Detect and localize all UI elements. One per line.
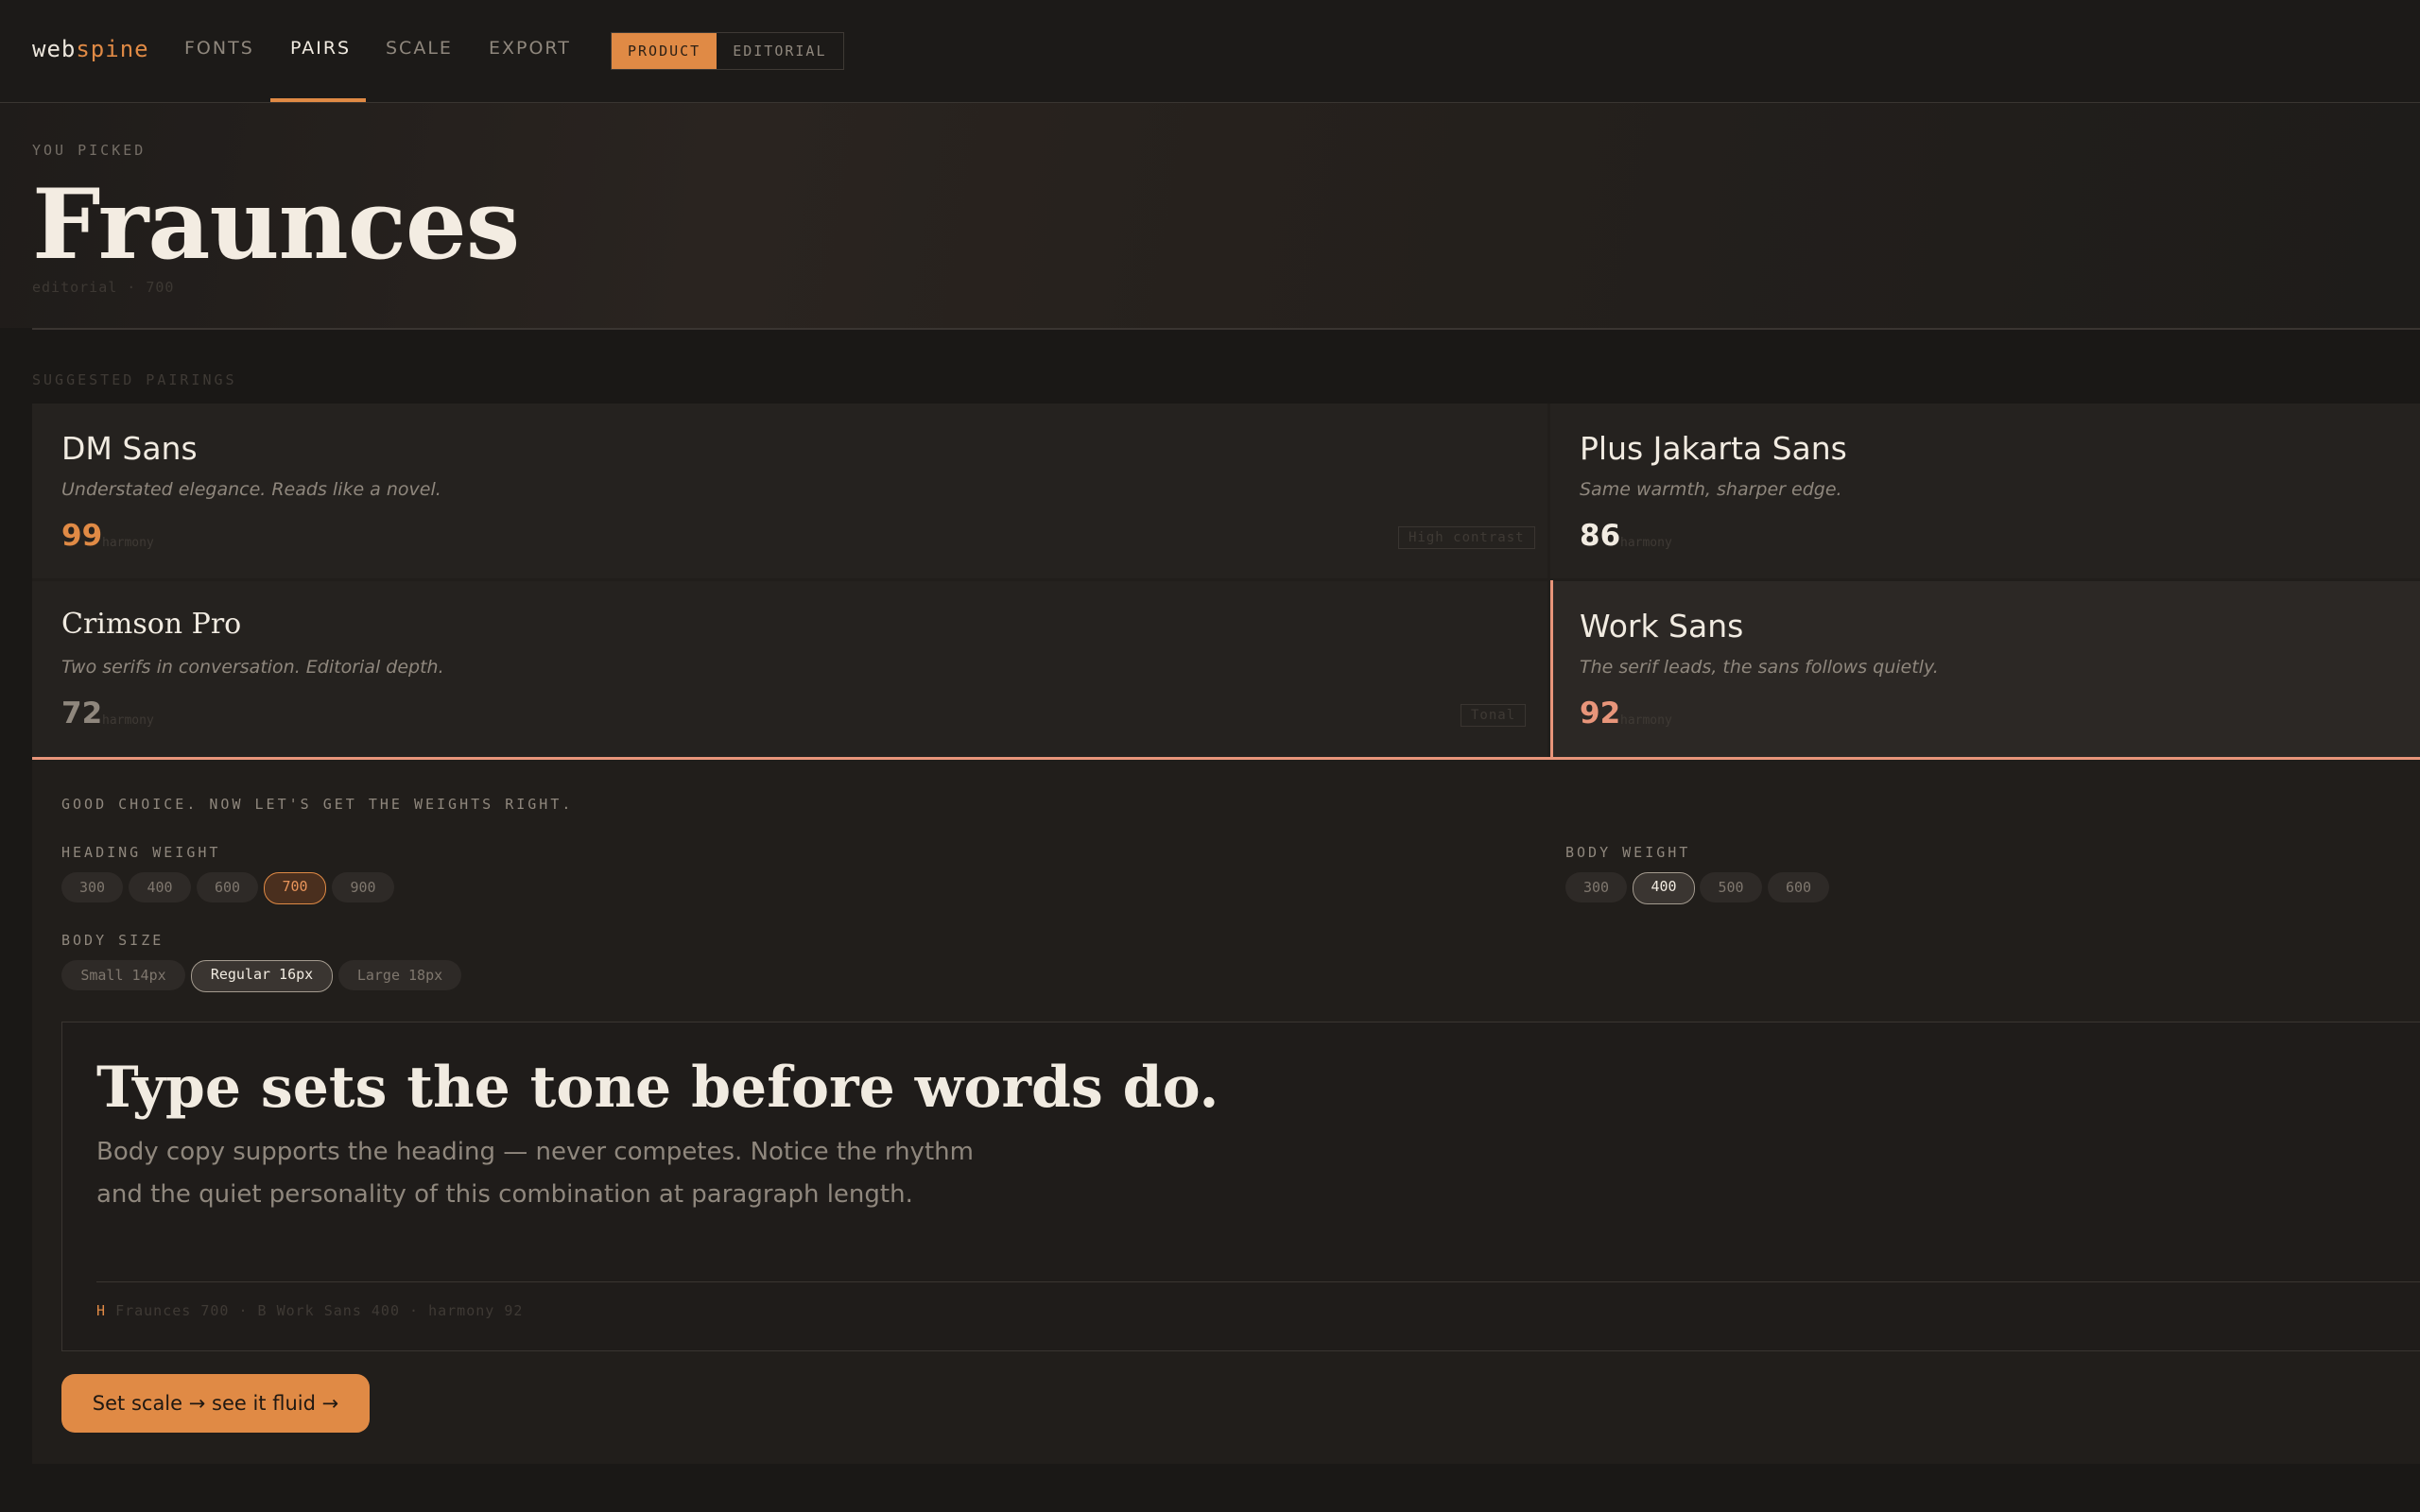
pairing-card-crimson-pro[interactable]: Crimson Pro Two serifs in conversation. … xyxy=(32,581,1547,757)
body-weight-600[interactable]: 600 xyxy=(1768,872,1829,902)
pairing-name: Work Sans xyxy=(1580,608,1744,644)
preview-meta: H Fraunces 700 · B Work Sans 400 · harmo… xyxy=(96,1302,523,1319)
mode-toggle: PRODUCT EDITORIAL xyxy=(611,32,844,70)
harmony-label: harmony xyxy=(102,713,154,728)
mode-editorial-button[interactable]: EDITORIAL xyxy=(717,33,842,69)
pairing-name: DM Sans xyxy=(61,430,198,467)
preview-meta-text: Fraunces 700 · B Work Sans 400 · harmony… xyxy=(115,1302,524,1319)
body-weight-400[interactable]: 400 xyxy=(1633,872,1695,904)
harmony-score: 99 xyxy=(61,519,103,553)
body-size-small[interactable]: Small 14px xyxy=(61,960,185,990)
body-weight-500[interactable]: 500 xyxy=(1700,872,1762,902)
pairing-tag: Tonal xyxy=(1461,704,1527,727)
nav-scale[interactable]: SCALE xyxy=(386,38,453,59)
pairing-name: Crimson Pro xyxy=(61,608,242,641)
pairing-card-work-sans[interactable]: Work Sans The serif leads, the sans foll… xyxy=(1550,581,2420,757)
mode-product-button[interactable]: PRODUCT xyxy=(612,33,717,69)
body-weight-300[interactable]: 300 xyxy=(1565,872,1627,902)
body-size-regular[interactable]: Regular 16px xyxy=(191,960,333,992)
divider xyxy=(32,328,2420,330)
body-weight-label: BODY WEIGHT xyxy=(1565,844,1691,861)
picked-font-title: Fraunces xyxy=(32,168,520,282)
pairing-tag: High contrast xyxy=(1398,526,1535,549)
harmony-score: 92 xyxy=(1580,696,1621,730)
nav-fonts[interactable]: FONTS xyxy=(184,38,254,59)
nav-export[interactable]: EXPORT xyxy=(489,38,571,59)
selected-pair-divider xyxy=(32,757,2420,760)
nav-pairs[interactable]: PAIRS xyxy=(290,38,351,59)
top-navigation xyxy=(0,0,2420,103)
pairing-description: Same warmth, sharper edge. xyxy=(1580,479,1842,500)
pairing-description: Two serifs in conversation. Editorial de… xyxy=(61,657,444,678)
divider xyxy=(96,1281,2420,1282)
harmony-label: harmony xyxy=(1620,536,1672,550)
preview-heading: Type sets the tone before words do. xyxy=(96,1055,1219,1121)
heading-weight-900[interactable]: 900 xyxy=(332,872,394,902)
pairing-description: Understated elegance. Reads like a novel… xyxy=(61,479,441,500)
preview-meta-heading-marker: H xyxy=(96,1302,107,1319)
heading-weight-600[interactable]: 600 xyxy=(197,872,258,902)
pairings-label: SUGGESTED PAIRINGS xyxy=(32,371,237,388)
harmony-score: 72 xyxy=(61,696,103,730)
heading-weight-400[interactable]: 400 xyxy=(129,872,191,902)
selected-card-marker xyxy=(1550,580,1553,758)
harmony-label: harmony xyxy=(1620,713,1672,728)
pairing-card-dm-sans[interactable]: DM Sans Understated elegance. Reads like… xyxy=(32,404,1547,578)
harmony-score: 86 xyxy=(1580,519,1621,553)
logo-part-1: web xyxy=(32,36,77,62)
pairing-card-plus-jakarta-sans[interactable]: Plus Jakarta Sans Same warmth, sharper e… xyxy=(1550,404,2420,578)
pairing-description: The serif leads, the sans follows quietl… xyxy=(1580,657,1939,678)
active-tab-indicator xyxy=(270,98,366,102)
pairing-preview: Type sets the tone before words do. Body… xyxy=(61,1022,2420,1351)
picked-font-meta: editorial · 700 xyxy=(32,279,175,296)
pairing-name: Plus Jakarta Sans xyxy=(1580,430,1847,467)
weights-intro: GOOD CHOICE. NOW LET'S GET THE WEIGHTS R… xyxy=(61,796,574,813)
heading-weight-300[interactable]: 300 xyxy=(61,872,123,902)
heading-weight-700[interactable]: 700 xyxy=(264,872,326,904)
heading-weight-label: HEADING WEIGHT xyxy=(61,844,221,861)
harmony-label: harmony xyxy=(102,536,154,550)
hero-eyebrow: YOU PICKED xyxy=(32,142,147,159)
preview-body: Body copy supports the heading — never c… xyxy=(96,1138,974,1209)
body-size-large[interactable]: Large 18px xyxy=(338,960,461,990)
body-size-label: BODY SIZE xyxy=(61,932,164,949)
logo-part-2: spine xyxy=(76,36,149,62)
logo[interactable]: webspine xyxy=(32,36,149,62)
set-scale-button[interactable]: Set scale → see it fluid → xyxy=(61,1374,370,1433)
